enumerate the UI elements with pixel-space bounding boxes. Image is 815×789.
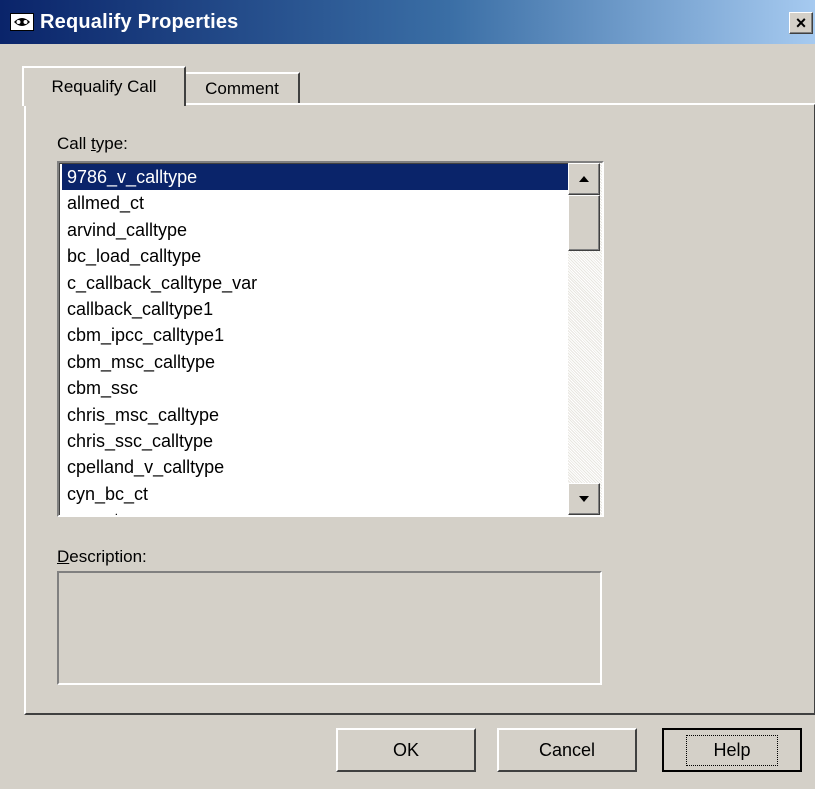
title-bar[interactable]: Requalify Properties × xyxy=(0,0,815,44)
help-button[interactable]: Help xyxy=(662,728,802,772)
tab-comment[interactable]: Comment xyxy=(184,72,300,104)
close-icon: × xyxy=(795,13,807,33)
ok-button-label: OK xyxy=(392,739,419,760)
cancel-button[interactable]: Cancel xyxy=(497,728,637,772)
tab-label: Requalify Call xyxy=(51,77,157,96)
ok-button[interactable]: OK xyxy=(336,728,476,772)
tab-requalify-call[interactable]: Requalify Call xyxy=(22,66,186,106)
window-title: Requalify Properties xyxy=(40,10,239,33)
tab-panel xyxy=(24,103,815,715)
help-button-label: Help xyxy=(713,739,751,760)
cancel-button-label: Cancel xyxy=(538,739,596,760)
eye-mask-icon xyxy=(10,13,34,31)
close-button[interactable]: × xyxy=(789,12,813,34)
tab-label: Comment xyxy=(205,79,279,98)
